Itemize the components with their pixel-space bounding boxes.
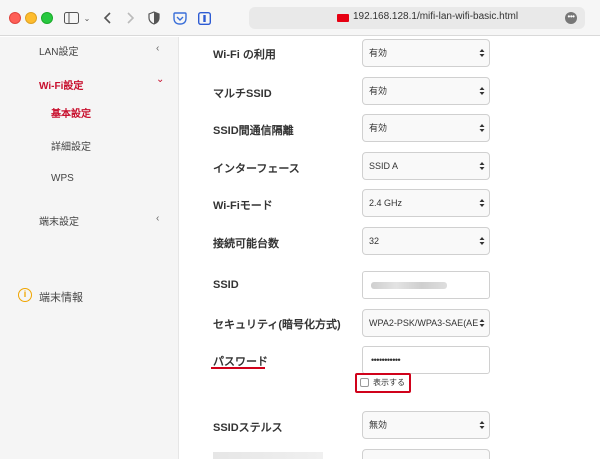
sidebar-item-label: LAN設定 — [39, 47, 79, 58]
show-password-checkbox[interactable] — [360, 378, 369, 387]
address-url: 192.168.128.1/mifi-lan-wifi-basic.html — [353, 11, 519, 22]
security-label: セキュリティ(暗号化方式) — [213, 319, 341, 331]
ssid-stealth-select[interactable]: 無効 — [362, 411, 490, 439]
pocket-icon[interactable] — [172, 8, 188, 28]
close-window-button[interactable] — [9, 12, 21, 24]
ssid-input[interactable] — [362, 271, 490, 299]
more-options-icon[interactable]: ••• — [565, 12, 577, 24]
sidebar-item-device[interactable]: 端末設定 ‹ — [0, 213, 179, 233]
select-value: WPA2-PSK/WPA3-SAE(AE — [369, 318, 479, 328]
sidebar-subitem-basic[interactable]: 基本設定 — [51, 105, 91, 120]
select-value: 有効 — [369, 48, 388, 58]
select-arrows-icon — [479, 124, 485, 132]
sidebar-subitem-wps[interactable]: WPS — [51, 173, 74, 184]
minimize-window-button[interactable] — [25, 12, 37, 24]
sidebar-item-lan[interactable]: LAN設定 ‹ — [0, 43, 179, 63]
select-arrows-icon — [479, 199, 485, 207]
ssid-stealth-label: SSIDステルス — [213, 422, 283, 434]
select-value: 32 — [369, 236, 380, 246]
select-arrows-icon — [479, 162, 485, 170]
select-value: 無効 — [369, 420, 388, 430]
sidebar-item-label: Wi-Fi設定 — [39, 81, 84, 92]
wifi-use-label: Wi-Fi の利用 — [213, 49, 276, 61]
chevron-left-icon: ‹ — [156, 43, 160, 54]
select-arrows-icon — [479, 237, 485, 245]
interface-label: インターフェース — [213, 163, 300, 175]
chevron-down-icon: ⌄ — [156, 74, 165, 85]
select-arrows-icon — [479, 318, 485, 328]
show-password-label[interactable]: 表示する — [373, 377, 405, 388]
select-arrows-icon — [479, 49, 485, 57]
select-arrows-icon — [479, 421, 485, 429]
browser-toolbar: ⌄ 192.168.128.1/mifi-lan-wifi-basic.html… — [0, 0, 600, 36]
multi-ssid-select[interactable]: 有効 — [362, 77, 490, 105]
partial-next-select[interactable] — [362, 449, 490, 459]
password-input[interactable]: ••••••••••• — [362, 346, 490, 374]
select-value: 2.4 GHz — [369, 198, 403, 208]
select-arrows-icon — [479, 87, 485, 95]
wifi-use-select[interactable]: 有効 — [362, 39, 490, 67]
sidebar-item-label: 端末設定 — [39, 217, 79, 228]
select-value: 有効 — [369, 86, 388, 96]
zoom-window-button[interactable] — [41, 12, 53, 24]
chevron-left-icon: ‹ — [156, 213, 160, 224]
site-favicon-icon — [337, 14, 349, 22]
shield-icon[interactable] — [147, 8, 161, 28]
wifi-mode-select[interactable]: 2.4 GHz — [362, 189, 490, 217]
multi-ssid-label: マルチSSID — [213, 88, 272, 100]
max-clients-select[interactable]: 32 — [362, 227, 490, 255]
select-value: 有効 — [369, 123, 388, 133]
ssid-label: SSID — [213, 279, 239, 291]
address-bar[interactable]: 192.168.128.1/mifi-lan-wifi-basic.html •… — [249, 7, 585, 29]
partial-next-label — [213, 452, 323, 459]
reader-extension-icon[interactable] — [196, 8, 212, 28]
info-icon: i — [18, 288, 32, 302]
sidebar-item-wifi[interactable]: Wi-Fi設定 ⌄ — [0, 74, 179, 97]
sidebar-item-info[interactable]: 端末情報 — [39, 289, 83, 305]
chevron-down-icon[interactable]: ⌄ — [82, 8, 92, 28]
forward-icon[interactable] — [124, 8, 138, 28]
interface-select[interactable]: SSID A — [362, 152, 490, 180]
max-clients-label: 接続可能台数 — [213, 238, 279, 250]
select-value: SSID A — [369, 161, 399, 171]
security-select[interactable]: WPA2-PSK/WPA3-SAE(AE — [362, 309, 490, 337]
back-icon[interactable] — [101, 8, 113, 28]
annotation-underline — [211, 367, 265, 369]
sidebar-subitem-advanced[interactable]: 詳細設定 — [51, 138, 91, 153]
wifi-mode-label: Wi-Fiモード — [213, 200, 273, 212]
ssid-isolation-label: SSID間通信隔離 — [213, 125, 294, 137]
redacted-ssid — [371, 282, 447, 289]
ssid-isolation-select[interactable]: 有効 — [362, 114, 490, 142]
sidebar: LAN設定 ‹ Wi-Fi設定 ⌄ 基本設定 詳細設定 WPS 端末設定 ‹ i… — [0, 37, 179, 459]
sidebar-toggle-icon[interactable] — [63, 8, 79, 28]
